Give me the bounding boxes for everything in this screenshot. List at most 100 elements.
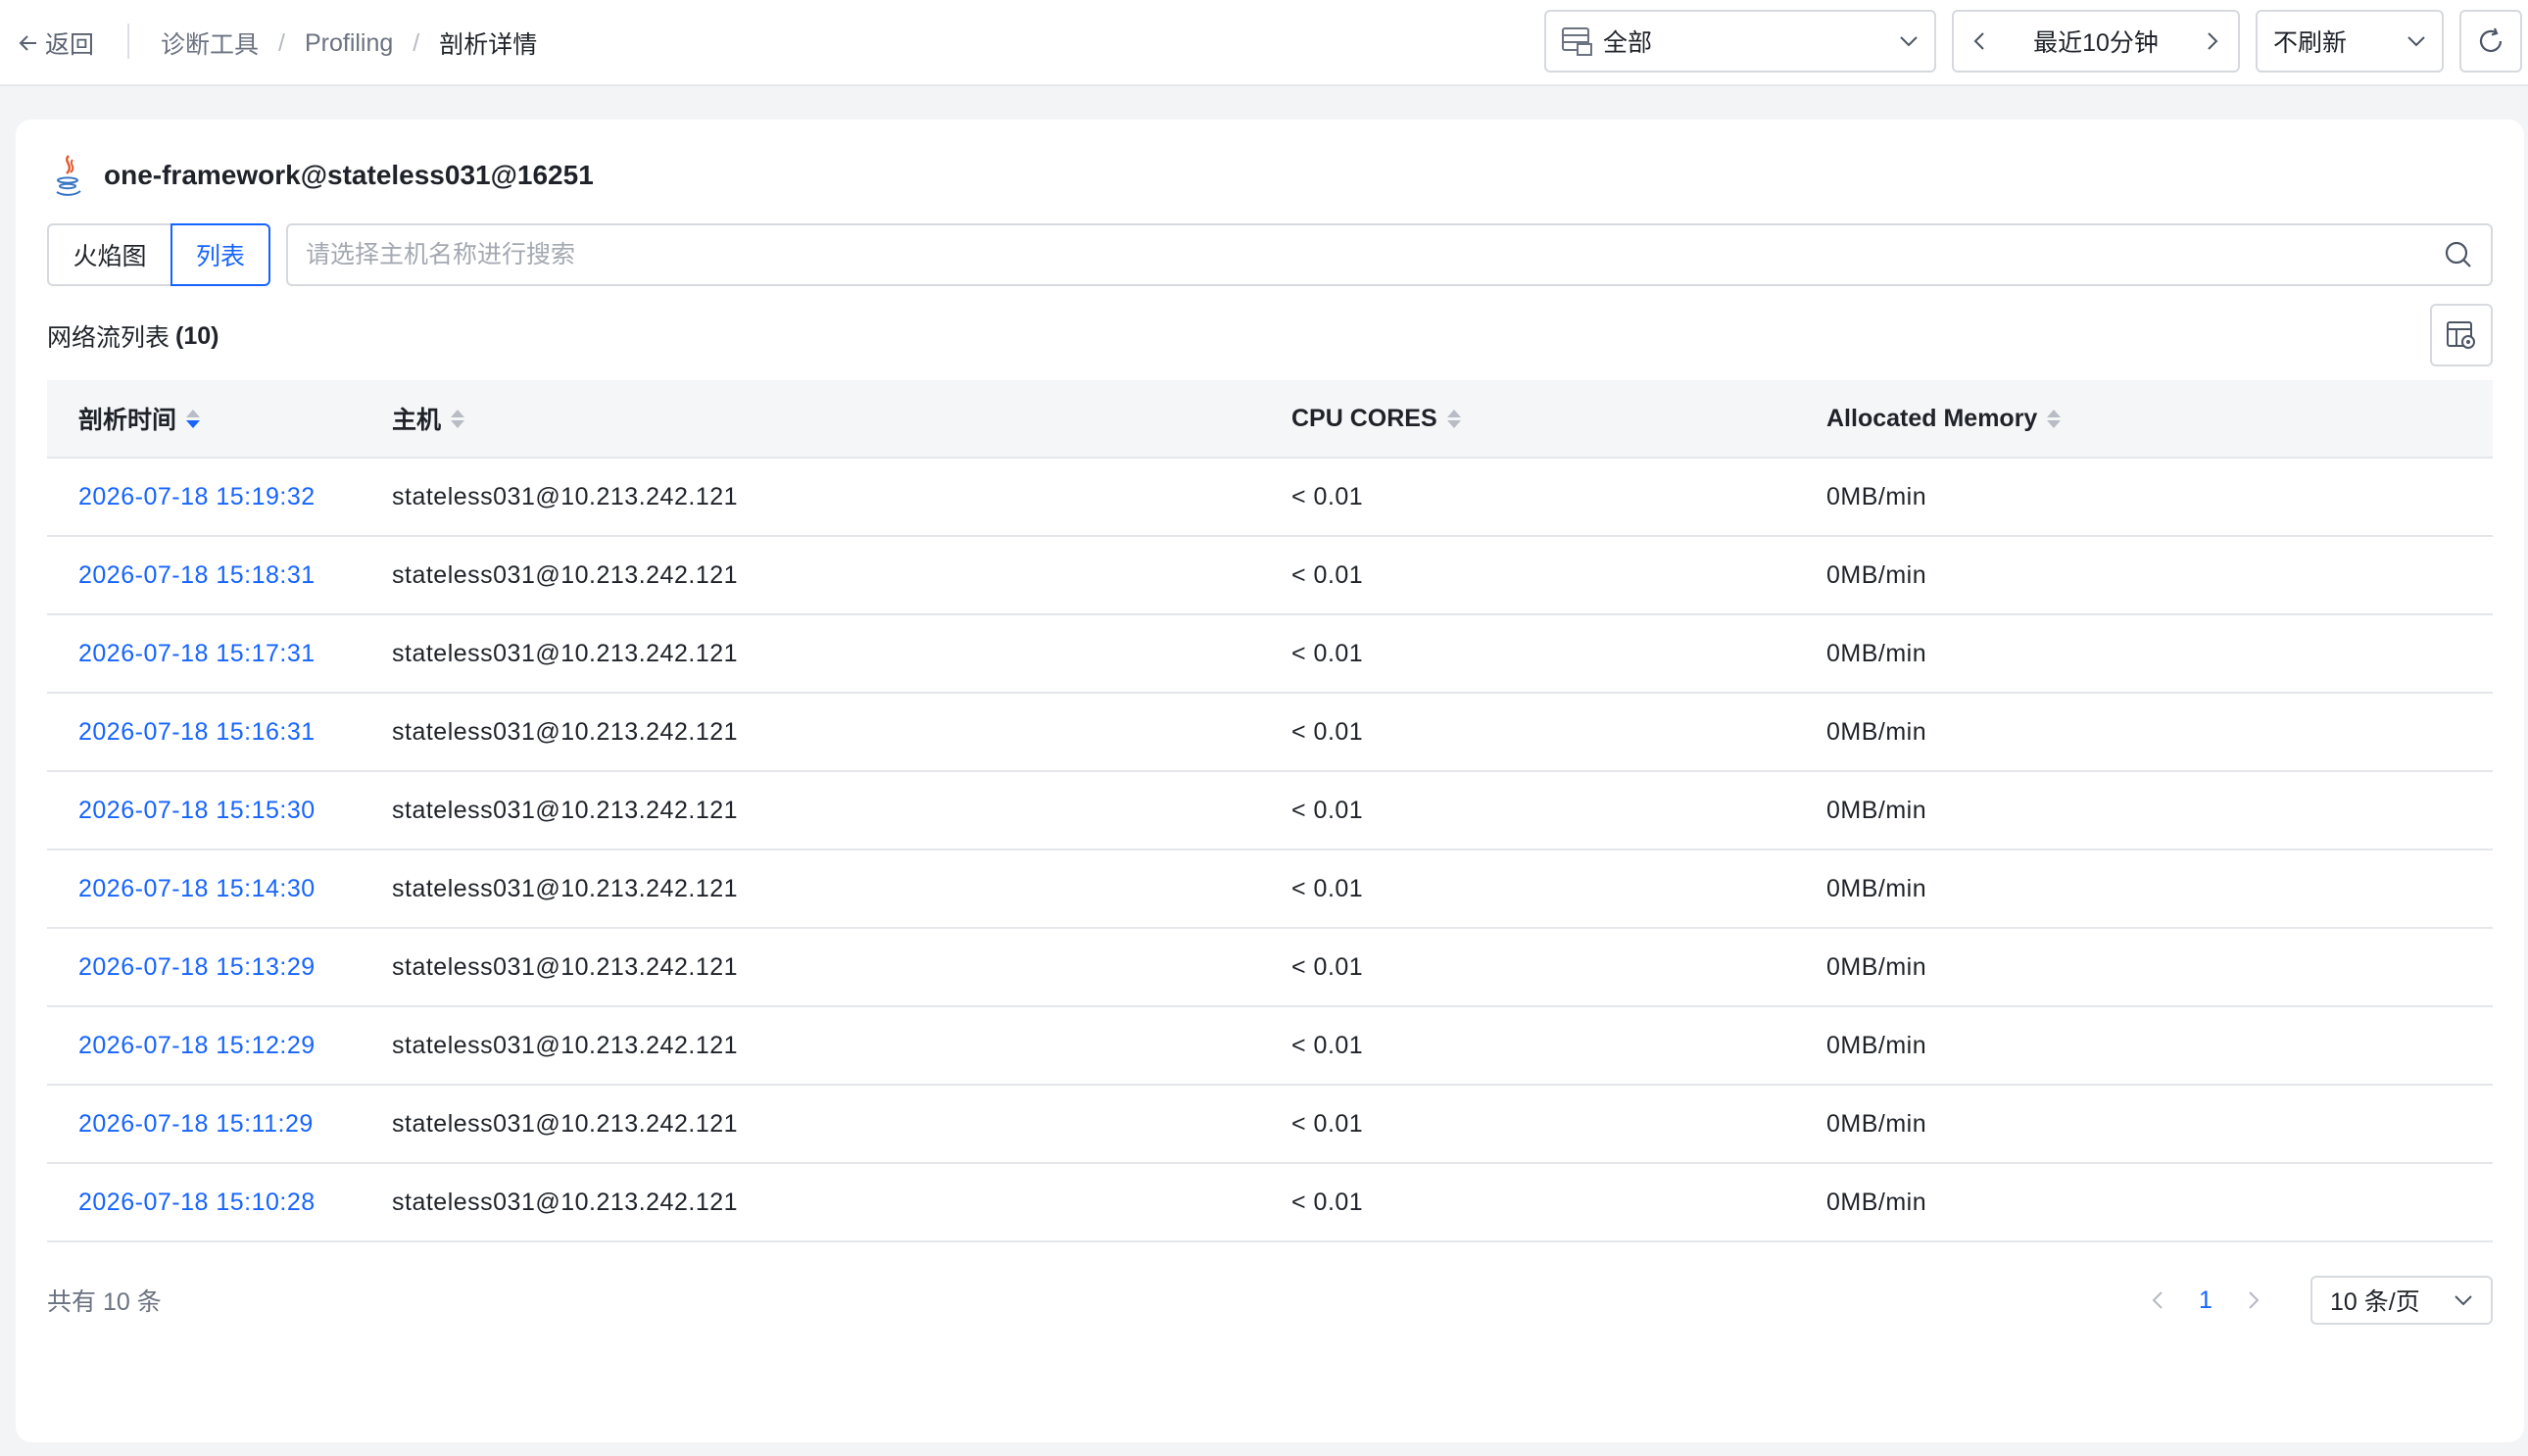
profile-time-link[interactable]: 2026-07-18 15:19:32 bbox=[47, 483, 361, 511]
cpu-cores-cell: < 0.01 bbox=[1291, 1109, 1364, 1138]
search-icon[interactable] bbox=[2444, 240, 2473, 269]
cpu-cores-cell: < 0.01 bbox=[1291, 639, 1364, 667]
table-row: 2026-07-18 15:15:30 stateless031@10.213.… bbox=[47, 772, 2493, 850]
page-size-select[interactable]: 10 条/页 bbox=[2310, 1276, 2493, 1325]
profile-time-link[interactable]: 2026-07-18 15:11:29 bbox=[47, 1110, 361, 1139]
back-label: 返回 bbox=[45, 31, 95, 59]
java-icon bbox=[56, 155, 81, 196]
list-count: (10) bbox=[175, 321, 219, 350]
breadcrumb-profiling[interactable]: Profiling bbox=[305, 29, 393, 58]
profile-time-link[interactable]: 2026-07-18 15:13:29 bbox=[47, 953, 361, 982]
breadcrumb-diagnostic-tools[interactable]: 诊断工具 bbox=[161, 25, 259, 61]
profile-time-link[interactable]: 2026-07-18 15:17:31 bbox=[47, 640, 361, 668]
cpu-cores-cell: < 0.01 bbox=[1291, 1031, 1364, 1059]
prev-page-icon[interactable] bbox=[2152, 1290, 2163, 1310]
breadcrumb-separator: / bbox=[278, 28, 285, 57]
cpu-cores-cell: < 0.01 bbox=[1291, 482, 1364, 510]
chevron-down-icon bbox=[2407, 36, 2425, 47]
reload-button[interactable] bbox=[2459, 10, 2522, 73]
divider bbox=[127, 24, 129, 59]
sort-icon bbox=[186, 409, 201, 428]
chevron-right-icon[interactable] bbox=[2207, 31, 2218, 51]
host-cell: stateless031@10.213.242.121 bbox=[392, 1109, 739, 1138]
table-header: 剖析时间 主机 CPU CORES Allocated Memory bbox=[47, 380, 2493, 459]
allocated-memory-cell: 0MB/min bbox=[1826, 874, 1927, 902]
search-input[interactable] bbox=[306, 240, 2444, 269]
profiling-table: 剖析时间 主机 CPU CORES Allocated Memory 2026-… bbox=[47, 380, 2493, 1242]
allocated-memory-cell: 0MB/min bbox=[1826, 560, 1927, 589]
cpu-cores-cell: < 0.01 bbox=[1291, 796, 1364, 824]
app-name: one-framework@stateless031@16251 bbox=[104, 160, 594, 190]
profile-time-link[interactable]: 2026-07-18 15:15:30 bbox=[47, 797, 361, 825]
back-button[interactable]: 返回 bbox=[18, 24, 94, 63]
host-cell: stateless031@10.213.242.121 bbox=[392, 717, 739, 746]
time-range-label: 最近10分钟 bbox=[2033, 29, 2159, 57]
time-range-picker[interactable]: 最近10分钟 bbox=[1952, 10, 2240, 73]
list-title: 网络流列表 (10) bbox=[47, 315, 219, 357]
list-title-text: 网络流列表 bbox=[47, 324, 170, 352]
sort-icon bbox=[451, 409, 465, 428]
table-row: 2026-07-18 15:17:31 stateless031@10.213.… bbox=[47, 615, 2493, 694]
host-search bbox=[286, 223, 2493, 286]
top-bar: 返回 诊断工具 / Profiling / 剖析详情 全部 最近10分钟 不刷新 bbox=[0, 0, 2528, 86]
sort-icon bbox=[2047, 409, 2062, 428]
allocated-memory-cell: 0MB/min bbox=[1826, 639, 1927, 667]
table-row: 2026-07-18 15:18:31 stateless031@10.213.… bbox=[47, 537, 2493, 615]
cpu-cores-cell: < 0.01 bbox=[1291, 717, 1364, 746]
view-toggle: 火焰图 列表 bbox=[47, 223, 270, 286]
tab-list[interactable]: 列表 bbox=[170, 223, 270, 286]
pagination: 1 bbox=[2152, 1280, 2260, 1321]
table-row: 2026-07-18 15:14:30 stateless031@10.213.… bbox=[47, 850, 2493, 929]
table-row: 2026-07-18 15:11:29 stateless031@10.213.… bbox=[47, 1086, 2493, 1164]
refresh-interval-select[interactable]: 不刷新 bbox=[2256, 10, 2444, 73]
app-title: one-framework@stateless031@16251 bbox=[53, 149, 594, 202]
table-row: 2026-07-18 15:12:29 stateless031@10.213.… bbox=[47, 1007, 2493, 1086]
scope-label: 全部 bbox=[1603, 29, 1653, 57]
profile-time-link[interactable]: 2026-07-18 15:16:31 bbox=[47, 718, 361, 747]
chevron-down-icon bbox=[2455, 1295, 2472, 1306]
cpu-cores-cell: < 0.01 bbox=[1291, 560, 1364, 589]
profile-time-link[interactable]: 2026-07-18 15:18:31 bbox=[47, 561, 361, 590]
server-list-icon bbox=[1562, 27, 1592, 56]
host-cell: stateless031@10.213.242.121 bbox=[392, 1031, 739, 1059]
allocated-memory-cell: 0MB/min bbox=[1826, 1188, 1927, 1216]
column-settings-button[interactable] bbox=[2430, 304, 2493, 366]
table-row: 2026-07-18 15:10:28 stateless031@10.213.… bbox=[47, 1164, 2493, 1242]
scope-select[interactable]: 全部 bbox=[1544, 10, 1936, 73]
host-cell: stateless031@10.213.242.121 bbox=[392, 952, 739, 981]
next-page-icon[interactable] bbox=[2248, 1290, 2260, 1310]
allocated-memory-cell: 0MB/min bbox=[1826, 1109, 1927, 1138]
allocated-memory-cell: 0MB/min bbox=[1826, 796, 1927, 824]
table-row: 2026-07-18 15:13:29 stateless031@10.213.… bbox=[47, 929, 2493, 1007]
table-row: 2026-07-18 15:19:32 stateless031@10.213.… bbox=[47, 459, 2493, 537]
table-settings-icon bbox=[2447, 321, 2475, 349]
arrow-left-icon bbox=[19, 35, 36, 51]
chevron-left-icon[interactable] bbox=[1973, 31, 1985, 51]
column-header-allocated-memory[interactable]: Allocated Memory bbox=[1826, 405, 2062, 433]
column-header-cpu-cores[interactable]: CPU CORES bbox=[1291, 405, 1461, 433]
profile-time-link[interactable]: 2026-07-18 15:10:28 bbox=[47, 1189, 361, 1217]
tab-flame-graph[interactable]: 火焰图 bbox=[47, 223, 170, 286]
total-count: 共有 10 条 bbox=[47, 1288, 162, 1316]
table-row: 2026-07-18 15:16:31 stateless031@10.213.… bbox=[47, 694, 2493, 772]
host-cell: stateless031@10.213.242.121 bbox=[392, 560, 739, 589]
host-cell: stateless031@10.213.242.121 bbox=[392, 1188, 739, 1216]
cpu-cores-cell: < 0.01 bbox=[1291, 1188, 1364, 1216]
profile-time-link[interactable]: 2026-07-18 15:14:30 bbox=[47, 875, 361, 903]
column-header-time[interactable]: 剖析时间 bbox=[78, 401, 201, 436]
allocated-memory-cell: 0MB/min bbox=[1826, 1031, 1927, 1059]
cpu-cores-cell: < 0.01 bbox=[1291, 952, 1364, 981]
allocated-memory-cell: 0MB/min bbox=[1826, 717, 1927, 746]
breadcrumb-separator: / bbox=[413, 28, 420, 57]
cpu-cores-cell: < 0.01 bbox=[1291, 874, 1364, 902]
host-cell: stateless031@10.213.242.121 bbox=[392, 482, 739, 510]
profile-time-link[interactable]: 2026-07-18 15:12:29 bbox=[47, 1032, 361, 1060]
allocated-memory-cell: 0MB/min bbox=[1826, 482, 1927, 510]
refresh-icon bbox=[2479, 27, 2503, 53]
column-header-host[interactable]: 主机 bbox=[392, 401, 465, 436]
page-number[interactable]: 1 bbox=[2199, 1286, 2212, 1315]
sort-icon bbox=[1446, 409, 1461, 428]
host-cell: stateless031@10.213.242.121 bbox=[392, 639, 739, 667]
chevron-down-icon bbox=[1900, 36, 1918, 47]
breadcrumb: 诊断工具 / Profiling / 剖析详情 bbox=[161, 24, 537, 63]
